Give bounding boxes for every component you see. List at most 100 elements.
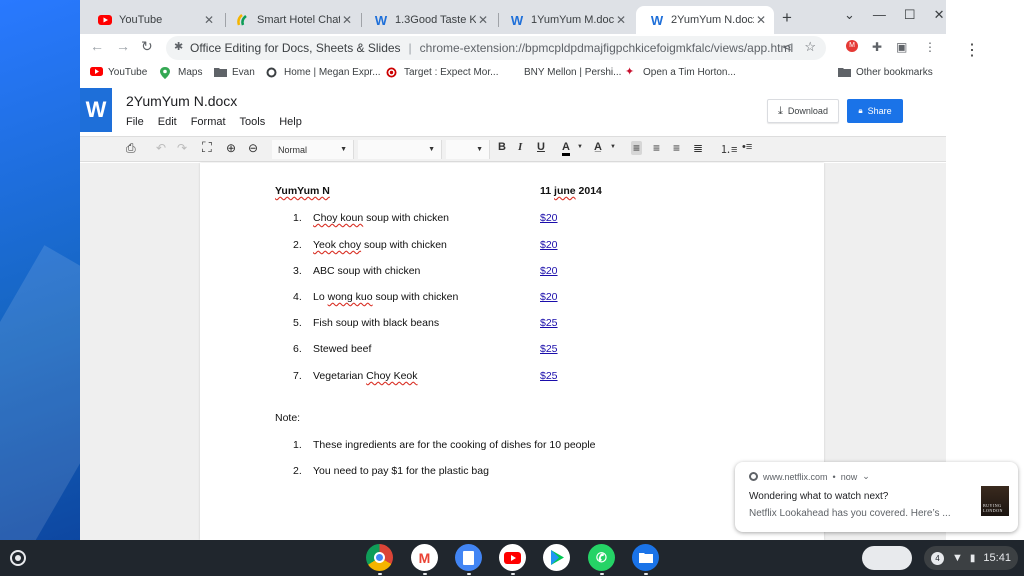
share-icon[interactable]: ⋖ [782, 40, 792, 54]
bookmark-megan[interactable]: Home | Megan Expr... [266, 67, 381, 78]
text-color-icon[interactable]: A [562, 141, 570, 156]
note-item: 2. You need to pay $1 for the plastic ba… [200, 465, 824, 479]
bookmark-label: Maps [178, 67, 203, 78]
back-icon[interactable]: ← [90, 38, 104, 54]
align-right-icon[interactable]: ≡ [673, 141, 680, 155]
tab-search-icon[interactable]: ⌄ [844, 7, 855, 23]
underline-icon[interactable]: U [537, 141, 545, 153]
close-tab-icon[interactable]: ✕ [476, 13, 490, 27]
site-name: Office Editing for Docs, Sheets & Slides [190, 41, 401, 55]
print-icon[interactable]: ⎙ [126, 141, 136, 156]
menu-edit[interactable]: Edit [158, 116, 177, 128]
redo-icon[interactable]: ↷ [177, 141, 187, 155]
align-center-icon[interactable]: ≡ [653, 141, 660, 155]
share-button[interactable]: 🔒︎ Share [847, 99, 903, 123]
item-text: soup with chicken [372, 291, 459, 303]
youtube-icon[interactable] [499, 544, 526, 571]
close-tab-icon[interactable]: ✕ [754, 13, 768, 27]
other-bookmarks[interactable]: Other bookmarks [838, 67, 933, 78]
font-select[interactable]: ▼ [358, 140, 442, 159]
close-tab-icon[interactable]: ✕ [340, 13, 354, 27]
close-tab-icon[interactable]: ✕ [202, 13, 216, 27]
download-button[interactable]: ⤓ Download [767, 99, 839, 123]
item-price[interactable]: $20 [540, 239, 558, 251]
menu-format[interactable]: Format [191, 116, 226, 128]
document-page[interactable]: YumYum N 11 june 2014 1. Choy koun soup … [200, 163, 824, 540]
bookmark-maps[interactable]: Maps [160, 67, 203, 79]
chrome-icon[interactable] [366, 544, 393, 571]
bookmark-tim-hortons[interactable]: ✦ Open a Tim Horton... [625, 67, 736, 79]
tab-yumyum-n[interactable]: W 2YumYum N.docx ✕ [636, 6, 774, 34]
bookmark-target[interactable]: Target : Expect Mor... [386, 67, 498, 78]
files-icon[interactable] [632, 544, 659, 571]
item-price[interactable]: $25 [540, 317, 558, 329]
side-panel-icon[interactable]: ▣ [896, 40, 907, 54]
forward-icon[interactable]: → [116, 38, 130, 54]
tab-title: 1YumYum M.docx [531, 14, 614, 26]
item-price[interactable]: $20 [540, 291, 558, 303]
docs-icon[interactable] [455, 544, 482, 571]
notification-count-badge[interactable]: 4 [931, 551, 944, 565]
tab-smart-hotel[interactable]: Smart Hotel Chatbot ✕ [222, 6, 360, 34]
expand-chevron-icon[interactable]: ⌄ [862, 471, 870, 482]
item-number: 2. [293, 239, 302, 251]
chrome-menu-icon[interactable]: ⋮ [924, 40, 936, 54]
tab-youtube[interactable]: YouTube ✕ [84, 6, 222, 34]
tab-title: YouTube [119, 14, 163, 26]
reload-icon[interactable]: ↻ [141, 38, 153, 55]
extensions-puzzle-icon[interactable]: ✚ [872, 40, 882, 54]
style-select-value: Normal [278, 144, 308, 155]
bookmark-evan[interactable]: Evan [214, 67, 255, 78]
play-store-icon[interactable] [543, 544, 570, 571]
menu-help[interactable]: Help [279, 116, 302, 128]
document-title[interactable]: 2YumYum N.docx [126, 93, 237, 109]
bold-icon[interactable]: B [498, 141, 506, 153]
note-label: Note: [275, 412, 301, 424]
holding-space[interactable] [862, 546, 912, 570]
launcher-icon[interactable] [10, 550, 26, 566]
zoom-in-icon[interactable]: ⊕ [226, 141, 236, 155]
maximize-icon[interactable]: ☐ [904, 7, 916, 23]
close-window-icon[interactable]: ✕ [934, 7, 945, 23]
italic-icon[interactable]: I [518, 141, 522, 153]
font-size-select[interactable]: ▼ [446, 140, 490, 159]
close-tab-icon[interactable]: ✕ [614, 13, 628, 27]
netflix-notification[interactable]: www.netflix.com • now ⌄ Wondering what t… [735, 462, 1018, 532]
tab-yumyum-m[interactable]: W 1YumYum M.docx ✕ [496, 6, 634, 34]
whatsapp-icon[interactable]: ✆ [588, 544, 615, 571]
zoom-out-icon[interactable]: ⊖ [248, 141, 258, 155]
dropdown-arrow-icon[interactable]: ▼ [610, 144, 616, 150]
menu-tools[interactable]: Tools [240, 116, 266, 128]
tab-good-taste[interactable]: W 1.3Good Taste K.docx ✕ [360, 6, 496, 34]
bulleted-list-icon[interactable]: •≡ [742, 141, 752, 153]
align-left-icon[interactable]: ≡ [631, 141, 643, 155]
item-price[interactable]: $25 [540, 343, 558, 355]
gmail-icon[interactable]: M [411, 544, 438, 571]
more-menu-icon[interactable]: ⋮ [964, 40, 980, 60]
fit-page-icon[interactable]: ⛶ [202, 139, 212, 156]
item-price[interactable]: $25 [540, 370, 558, 382]
undo-icon[interactable]: ↶ [156, 141, 166, 155]
new-tab-icon[interactable]: + [782, 8, 792, 28]
style-select[interactable]: Normal ▼ [272, 140, 354, 159]
bookmark-star-icon[interactable]: ☆ [804, 39, 816, 55]
site-icon [266, 67, 279, 78]
highlight-color-icon[interactable]: A̲ [594, 141, 602, 153]
bookmark-label: Open a Tim Horton... [643, 67, 736, 78]
dropdown-arrow-icon[interactable]: ▼ [577, 144, 583, 150]
menu-file[interactable]: File [126, 116, 144, 128]
address-bar[interactable]: ✱ Office Editing for Docs, Sheets & Slid… [166, 36, 826, 60]
minimize-icon[interactable]: — [873, 7, 886, 23]
numbered-list-icon[interactable]: ⒈≡ [720, 141, 737, 157]
notification-time: now [840, 471, 858, 482]
item-price[interactable]: $20 [540, 212, 558, 224]
extension-m-icon[interactable]: M [846, 40, 858, 52]
item-price[interactable]: $20 [540, 265, 558, 277]
menu-bar: File Edit Format Tools Help [126, 116, 302, 128]
justify-icon[interactable]: ≣ [693, 141, 703, 155]
bookmark-bny[interactable]: BNY Mellon | Pershi... [506, 67, 621, 78]
item-text: soup with chicken [361, 239, 447, 251]
system-tray[interactable]: 4 ▼ ▮ 15:41 [924, 546, 1018, 570]
bookmark-youtube[interactable]: YouTube [90, 67, 147, 78]
tab-title: Smart Hotel Chatbot [257, 14, 340, 26]
